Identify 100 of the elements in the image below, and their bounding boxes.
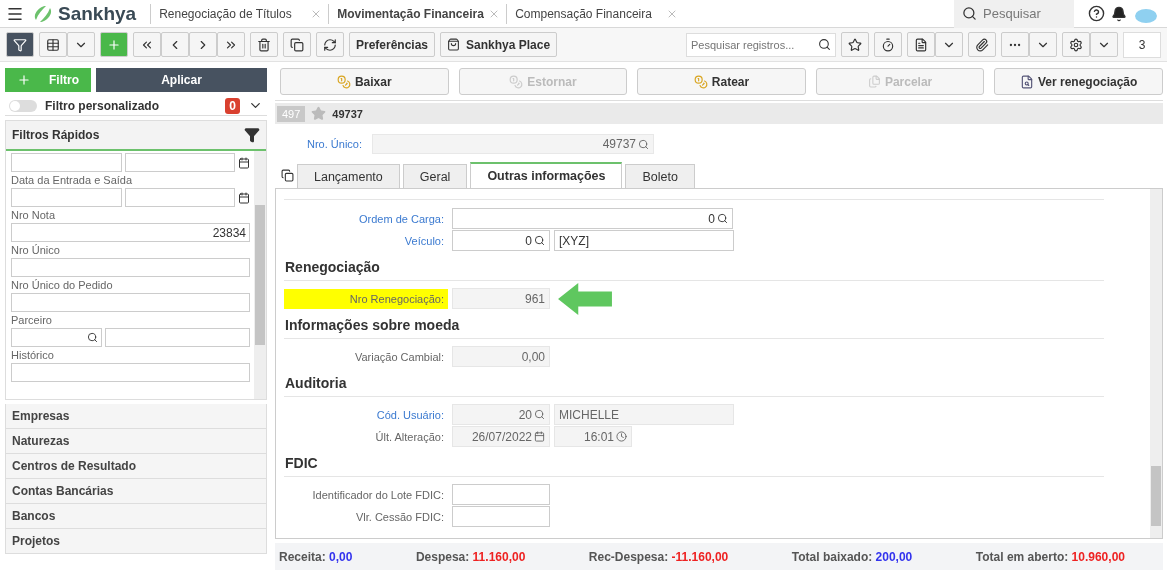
- field-label: Vlr. Cessão FDIC:: [354, 509, 445, 525]
- search-icon[interactable]: [818, 37, 831, 51]
- document-icon: [1019, 74, 1034, 89]
- favorite-button[interactable]: [841, 32, 869, 57]
- filter-group[interactable]: Naturezas: [5, 429, 267, 454]
- section-title: Renegociação: [284, 251, 1104, 281]
- input-field[interactable]: MICHELLE: [554, 404, 734, 425]
- star-icon[interactable]: [311, 106, 327, 121]
- action-button[interactable]: Ver renegociação: [994, 68, 1163, 95]
- form-tab[interactable]: Outras informações: [470, 162, 623, 188]
- files-icon: [867, 75, 881, 88]
- settings-button[interactable]: [1062, 32, 1090, 57]
- input-field[interactable]: [452, 484, 550, 505]
- calendar-icon[interactable]: [238, 156, 250, 169]
- clock-icon[interactable]: [616, 431, 627, 442]
- attachment-button[interactable]: [968, 32, 996, 57]
- input-field[interactable]: [XYZ]: [554, 230, 734, 251]
- report-icon: [914, 37, 928, 52]
- window-tab[interactable]: Compensação Financeira: [506, 3, 685, 24]
- scrollbar[interactable]: [254, 151, 266, 399]
- search-icon: [962, 6, 977, 21]
- input-field[interactable]: [11, 363, 250, 382]
- delete-button[interactable]: [250, 32, 278, 57]
- filter-group[interactable]: Centros de Resultado: [5, 454, 267, 479]
- input-field[interactable]: [11, 258, 250, 277]
- plus-icon: [17, 73, 31, 87]
- filter-group[interactable]: Projetos: [5, 529, 267, 554]
- timer-button[interactable]: [874, 32, 902, 57]
- calendar-icon[interactable]: [238, 191, 250, 204]
- input-field[interactable]: 0,00: [452, 346, 550, 367]
- duplicate-button[interactable]: [283, 32, 311, 57]
- input-field[interactable]: 49737: [372, 134, 655, 154]
- toggle-switch[interactable]: [9, 99, 37, 112]
- total-summary: Rec-Despesa: -11.160,00: [588, 549, 729, 564]
- attachment-icon: [975, 37, 989, 52]
- field-label: Identificador do Lote FDIC:: [311, 487, 445, 503]
- favorite-icon: [848, 37, 862, 52]
- refresh-icon: [323, 37, 337, 52]
- field-label: Nro Renegociação:: [284, 288, 448, 309]
- input-field[interactable]: 26/07/2022: [452, 426, 550, 447]
- action-button[interactable]: Baixar: [280, 68, 449, 95]
- field-label: Nro. Único:: [307, 138, 363, 150]
- help-icon[interactable]: [1088, 5, 1105, 22]
- action-button[interactable]: Ratear: [637, 68, 806, 95]
- field-label: Nro Nota: [11, 209, 57, 221]
- filter-group[interactable]: Bancos: [5, 504, 267, 529]
- bell-icon[interactable]: [1111, 5, 1127, 22]
- grid-view-button[interactable]: [39, 32, 67, 57]
- input-field[interactable]: [124, 153, 235, 172]
- place-button[interactable]: Sankhya Place: [440, 32, 558, 57]
- panel-title: Filtros Rápidos: [12, 128, 100, 142]
- input-field[interactable]: 23834: [11, 223, 250, 242]
- section-title: FDIC: [284, 447, 1104, 477]
- filter-button[interactable]: [6, 32, 34, 57]
- total-summary: Total em aberto: 10.960,00: [975, 549, 1125, 564]
- input-field[interactable]: [452, 506, 550, 527]
- search-icon[interactable]: [86, 332, 98, 343]
- apply-button[interactable]: Aplicar: [96, 68, 267, 92]
- scrollbar[interactable]: [1150, 189, 1162, 538]
- form-tab[interactable]: Lançamento: [297, 164, 400, 188]
- input-field[interactable]: [11, 153, 122, 172]
- field-label: Histórico: [11, 349, 55, 361]
- input-field[interactable]: [11, 293, 250, 312]
- count-badge: 0: [225, 97, 240, 114]
- input-field[interactable]: [104, 328, 250, 347]
- search-field[interactable]: Pesquisar registros...: [686, 32, 836, 57]
- filter-group[interactable]: Empresas: [5, 404, 267, 429]
- preferences-button[interactable]: Preferências: [349, 32, 436, 57]
- field-label: Últ. Alteração:: [374, 429, 445, 445]
- field-label: Cód. Usuário:: [375, 407, 445, 423]
- window-tab[interactable]: Movimentação Financeira: [328, 3, 507, 24]
- input-field[interactable]: 0: [452, 208, 733, 229]
- total-summary: Receita: 0,00: [279, 549, 353, 564]
- form-tab[interactable]: Boleto: [625, 164, 695, 188]
- search-field[interactable]: Pesquisar: [954, 0, 1074, 28]
- bag-icon: [447, 38, 461, 51]
- input-field[interactable]: 961: [452, 288, 550, 309]
- field-label: Ordem de Carga:: [358, 211, 445, 227]
- refresh-button[interactable]: [316, 32, 344, 57]
- first-record-button[interactable]: [133, 32, 161, 57]
- copy-icon[interactable]: [281, 168, 294, 182]
- input-field[interactable]: 16:01: [554, 426, 632, 447]
- last-record-button[interactable]: [217, 32, 245, 57]
- add-icon: [107, 37, 121, 52]
- input-field[interactable]: [11, 328, 102, 347]
- delete-icon: [257, 37, 271, 52]
- report-button[interactable]: [907, 32, 935, 57]
- search-icon[interactable]: [534, 235, 545, 246]
- window-tab[interactable]: Renegociação de Títulos: [150, 3, 329, 24]
- search-icon[interactable]: [717, 213, 728, 224]
- input-field[interactable]: [124, 188, 235, 207]
- input-field[interactable]: 0: [452, 230, 550, 251]
- filter-icon[interactable]: [244, 127, 260, 143]
- form-tab[interactable]: Geral: [402, 164, 468, 188]
- input-field[interactable]: [11, 188, 122, 207]
- field-label: Parceiro: [11, 314, 53, 326]
- filter-group[interactable]: Contas Bancárias: [5, 479, 267, 504]
- input-field[interactable]: 20: [452, 404, 550, 425]
- record-id: 49737: [332, 107, 363, 120]
- field-label: Nro Único do Pedido: [11, 279, 114, 291]
